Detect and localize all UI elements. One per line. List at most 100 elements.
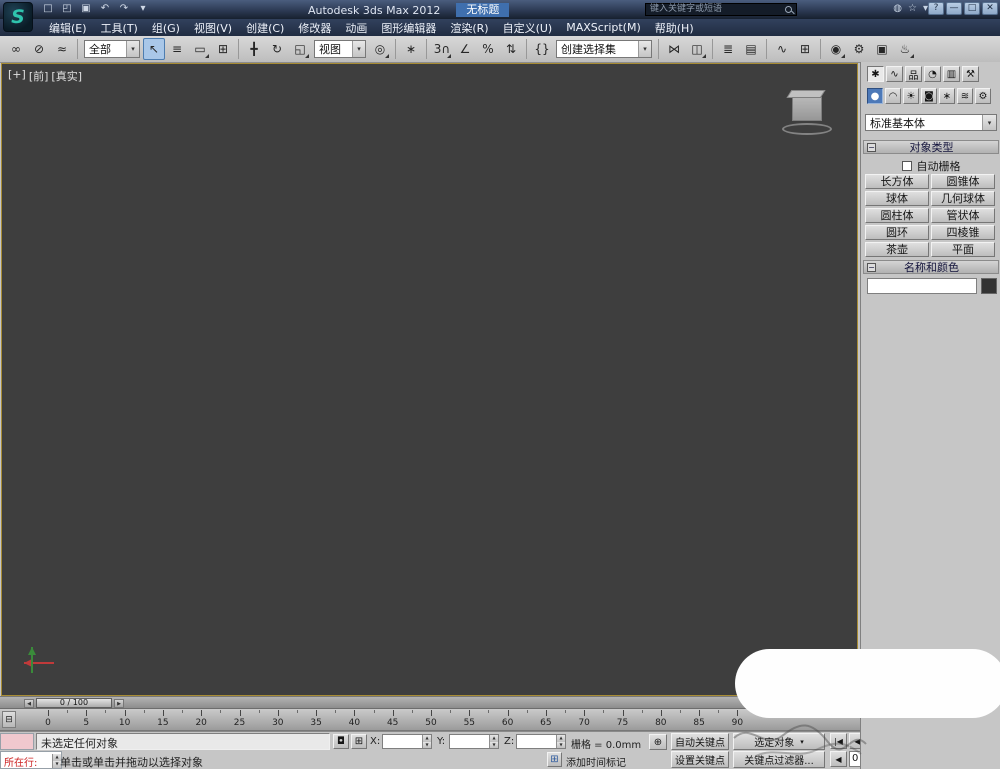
chevron-down-icon[interactable]: ▾ [638, 41, 651, 57]
selection-lock-icon[interactable]: ◘ [333, 734, 349, 749]
unlink-selection-icon[interactable]: ⊘ [28, 38, 50, 60]
category-helpers-icon[interactable]: ∗ [939, 88, 955, 104]
menu-help[interactable]: 帮助(H) [648, 20, 701, 36]
favorites-star-icon[interactable]: ☆ [908, 3, 917, 14]
help-icon[interactable]: ? [928, 2, 944, 15]
select-and-manipulate-icon[interactable]: ∗ [400, 38, 422, 60]
3dsmax-logo[interactable]: S [3, 2, 33, 32]
tab-create-icon[interactable]: ✱ [867, 66, 884, 82]
collapse-icon[interactable]: − [867, 262, 876, 272]
rendered-frame-window-icon[interactable]: ▣ [871, 38, 893, 60]
viewport-pov-menu[interactable]: [前] [29, 68, 49, 84]
menu-customize[interactable]: 自定义(U) [496, 20, 560, 36]
redo-icon[interactable]: ↷ [116, 2, 132, 16]
time-tag-icon[interactable]: ⊞ [547, 752, 562, 767]
spin-down-icon[interactable]: ▼ [423, 741, 431, 748]
communication-center-icon[interactable]: ◍ [893, 3, 902, 14]
reference-coordinate-dropdown[interactable]: 视图 ▾ [314, 40, 366, 58]
select-and-link-icon[interactable]: ∞ [5, 38, 27, 60]
minimize-icon[interactable]: — [946, 2, 962, 15]
infocenter-search-input[interactable]: 键入关键字或短语 [645, 3, 797, 16]
curve-editor-icon[interactable]: ∿ [771, 38, 793, 60]
select-and-rotate-icon[interactable]: ↻ [266, 38, 288, 60]
sphere-button[interactable]: 球体 [865, 191, 929, 206]
menu-modifiers[interactable]: 修改器 [291, 20, 338, 36]
tab-motion-icon[interactable]: ◔ [924, 66, 941, 82]
box-button[interactable]: 长方体 [865, 174, 929, 189]
time-slider-prev-icon[interactable]: ◀ [24, 699, 34, 708]
quick-access-flyout-icon[interactable]: ▾ [135, 2, 151, 16]
spinner-snap-icon[interactable]: ⇅ [500, 38, 522, 60]
select-object-icon[interactable]: ↖ [143, 38, 165, 60]
set-keys-icon[interactable]: ⊕ [649, 734, 667, 750]
coord-y-spinner[interactable]: ▲ ▼ [489, 735, 498, 748]
selection-filter-dropdown[interactable]: 全部 ▾ [84, 40, 140, 58]
category-lights-icon[interactable]: ☀ [903, 88, 919, 104]
object-color-swatch[interactable] [981, 278, 997, 294]
window-crossing-icon[interactable]: ⊞ [212, 38, 234, 60]
time-slider-handle[interactable]: 0 / 100 [36, 698, 112, 708]
schematic-view-icon[interactable]: ⊞ [794, 38, 816, 60]
coord-x-spinner[interactable]: ▲ ▼ [422, 735, 431, 748]
viewcube-compass-ring[interactable] [782, 123, 832, 135]
tube-button[interactable]: 管状体 [931, 208, 995, 223]
menu-tools[interactable]: 工具(T) [94, 20, 145, 36]
chevron-down-icon[interactable]: ▾ [126, 41, 139, 57]
select-and-scale-icon[interactable]: ◱ [289, 38, 311, 60]
new-file-icon[interactable]: □ [40, 2, 56, 16]
geosphere-button[interactable]: 几何球体 [931, 191, 995, 206]
angle-snap-icon[interactable]: ∠ [454, 38, 476, 60]
tab-display-icon[interactable]: ▥ [943, 66, 960, 82]
collapse-icon[interactable]: − [867, 142, 876, 152]
spin-down-icon[interactable]: ▼ [490, 741, 498, 748]
chevron-down-icon[interactable]: ▾ [982, 115, 996, 130]
plane-button[interactable]: 平面 [931, 242, 995, 257]
menu-graph-editors[interactable]: 图形编辑器 [374, 20, 443, 36]
edit-named-sets-icon[interactable]: {} [531, 38, 553, 60]
chevron-down-icon[interactable]: ▾ [352, 41, 365, 57]
undo-icon[interactable]: ↶ [97, 2, 113, 16]
menu-maxscript[interactable]: MAXScript(M) [559, 21, 648, 34]
select-by-name-icon[interactable]: ≡ [166, 38, 188, 60]
viewcube[interactable] [781, 90, 833, 138]
use-center-icon[interactable]: ◎ [369, 38, 391, 60]
viewcube-front-face[interactable] [792, 97, 822, 121]
viewport-front[interactable]: [+] [前] [真实] [1, 63, 858, 696]
layer-manager-icon[interactable]: ≣ [717, 38, 739, 60]
align-icon[interactable]: ◫ [686, 38, 708, 60]
menu-rendering[interactable]: 渲染(R) [443, 20, 495, 36]
maximize-icon[interactable]: □ [964, 2, 980, 15]
category-cameras-icon[interactable]: ◙ [921, 88, 937, 104]
menu-edit[interactable]: 编辑(E) [42, 20, 94, 36]
category-systems-icon[interactable]: ⚙ [975, 88, 991, 104]
rollout-name-color[interactable]: − 名称和颜色 [863, 260, 999, 274]
time-slider-next-icon[interactable]: ▶ [114, 699, 124, 708]
coord-z-field[interactable]: ▲ ▼ [516, 734, 566, 749]
mirror-icon[interactable]: ⋈ [663, 38, 685, 60]
add-time-tag-label[interactable]: 添加时间标记 [566, 754, 626, 769]
menu-animation[interactable]: 动画 [338, 20, 374, 36]
coord-z-spinner[interactable]: ▲ ▼ [556, 735, 565, 748]
coord-x-field[interactable]: ▲ ▼ [382, 734, 432, 749]
absolute-offset-mode-icon[interactable]: ⊞ [351, 734, 367, 749]
tab-modify-icon[interactable]: ∿ [886, 66, 903, 82]
macro-recorder-pane[interactable] [0, 733, 34, 750]
menu-group[interactable]: 组(G) [145, 20, 187, 36]
viewport-general-menu[interactable]: [+] [8, 68, 26, 84]
material-editor-icon[interactable]: ◉ [825, 38, 847, 60]
cone-button[interactable]: 圆锥体 [931, 174, 995, 189]
open-file-icon[interactable]: ◰ [59, 2, 75, 16]
selection-region-icon[interactable]: ▭ [189, 38, 211, 60]
teapot-button[interactable]: 茶壶 [865, 242, 929, 257]
search-icon[interactable] [785, 6, 792, 13]
named-selection-set-dropdown[interactable]: 创建选择集 ▾ [556, 40, 652, 58]
menu-create[interactable]: 创建(C) [239, 20, 291, 36]
cylinder-button[interactable]: 圆柱体 [865, 208, 929, 223]
select-and-move-icon[interactable]: ╋ [243, 38, 265, 60]
menu-views[interactable]: 视图(V) [187, 20, 239, 36]
category-shapes-icon[interactable]: ◠ [885, 88, 901, 104]
graphite-ribbon-icon[interactable]: ▤ [740, 38, 762, 60]
render-production-icon[interactable]: ♨ [894, 38, 916, 60]
autogrid-checkbox[interactable] [901, 161, 912, 171]
bind-to-space-warp-icon[interactable]: ≈ [51, 38, 73, 60]
